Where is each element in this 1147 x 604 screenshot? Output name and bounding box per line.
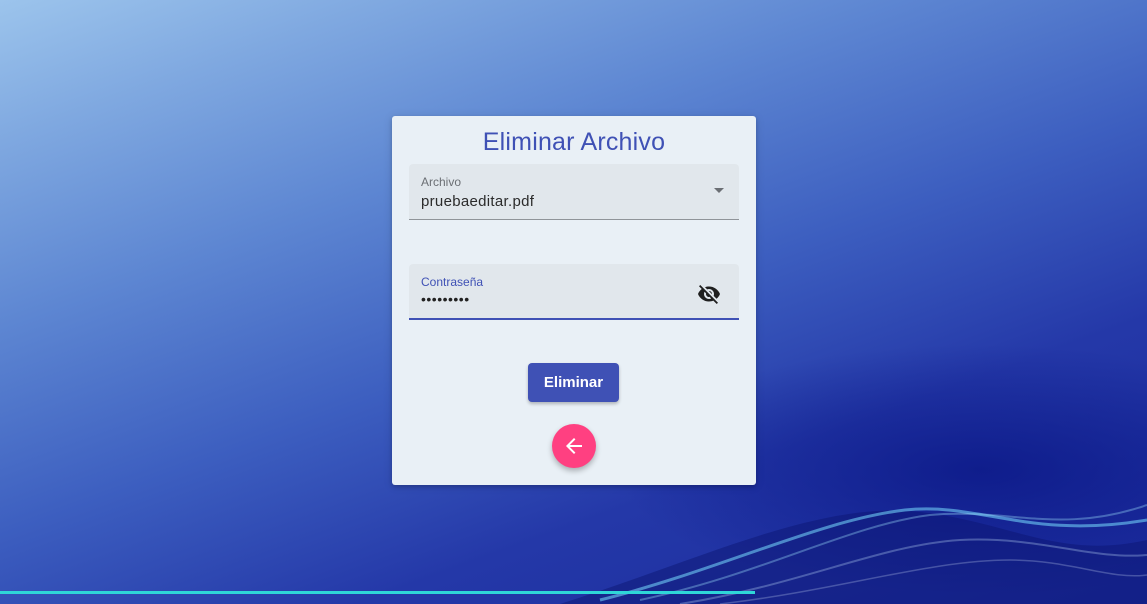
delete-file-card: Eliminar Archivo Archivo pruebaeditar.pd… xyxy=(392,116,756,485)
archivo-select[interactable]: Archivo pruebaeditar.pdf xyxy=(409,164,739,220)
back-button[interactable] xyxy=(552,424,596,468)
chevron-down-icon[interactable] xyxy=(714,188,724,193)
password-field[interactable]: Contraseña ••••••••• xyxy=(409,264,739,320)
page-title: Eliminar Archivo xyxy=(482,128,666,156)
archivo-value: pruebaeditar.pdf xyxy=(421,193,535,210)
arrow-left-icon xyxy=(566,438,582,454)
password-label: Contraseña xyxy=(421,275,484,289)
archivo-label: Archivo xyxy=(421,175,462,189)
password-input[interactable]: ••••••••• xyxy=(421,291,470,307)
delete-button[interactable]: Eliminar xyxy=(528,363,619,402)
eye-off-icon[interactable] xyxy=(697,282,721,306)
